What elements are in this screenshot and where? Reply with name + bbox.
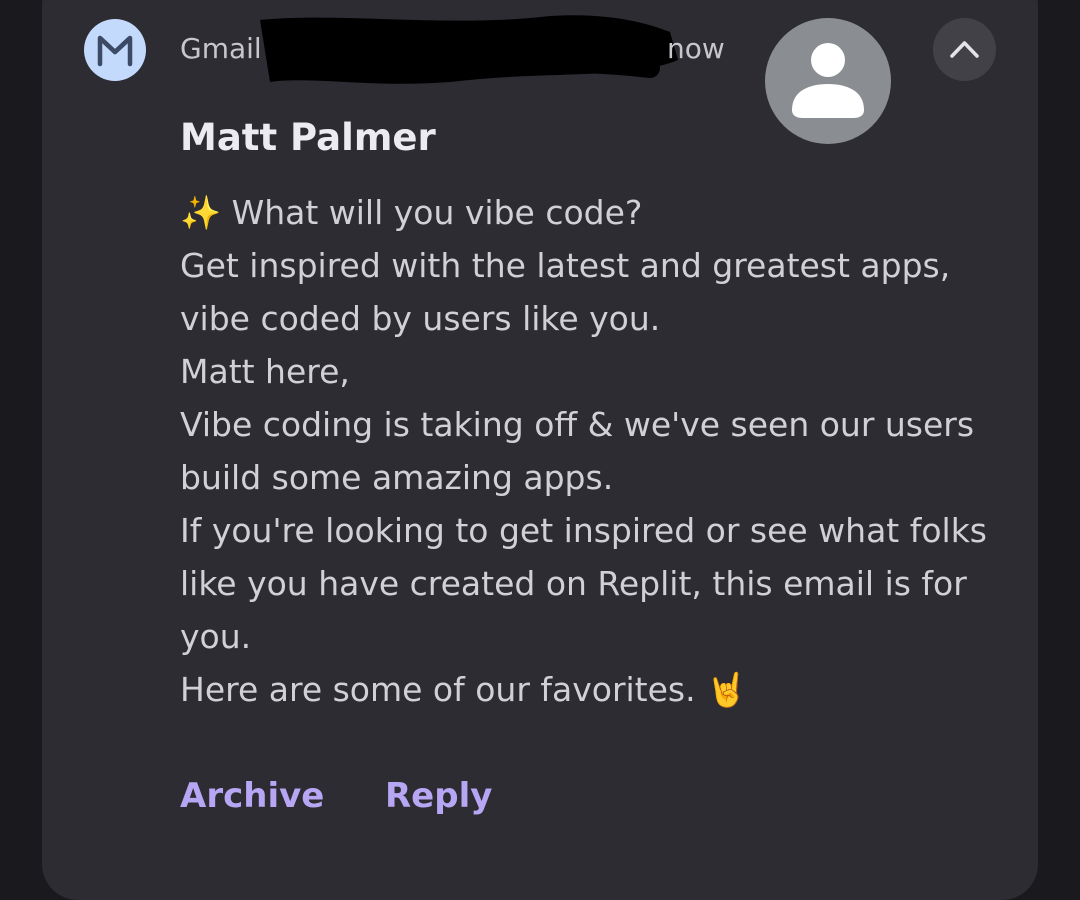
gmail-icon (84, 19, 146, 81)
sender-name: Matt Palmer (180, 116, 436, 159)
collapse-button[interactable] (933, 18, 996, 81)
preview-line: If you're looking to get inspired or see… (180, 511, 988, 550)
preview-line: ✨ What will you vibe code? (180, 193, 643, 232)
preview-line: vibe coded by users like you. (180, 299, 661, 338)
redaction-scribble (260, 15, 678, 84)
preview-line: build some amazing apps. (180, 458, 614, 497)
email-preview[interactable]: ✨ What will you vibe code? Get inspired … (180, 186, 1010, 716)
timestamp: now (667, 32, 725, 65)
preview-line: you. (180, 617, 252, 656)
preview-line: Here are some of our favorites. 🤘 (180, 670, 748, 709)
preview-line: Get inspired with the latest and greates… (180, 246, 951, 285)
preview-line: Matt here, (180, 352, 350, 391)
archive-button[interactable]: Archive (180, 768, 324, 824)
preview-line: Vibe coding is taking off & we've seen o… (180, 405, 975, 444)
chevron-up-icon (950, 41, 979, 58)
person-avatar-icon (765, 18, 891, 144)
preview-line: like you have created on Replit, this em… (180, 564, 967, 603)
reply-button[interactable]: Reply (385, 768, 492, 824)
